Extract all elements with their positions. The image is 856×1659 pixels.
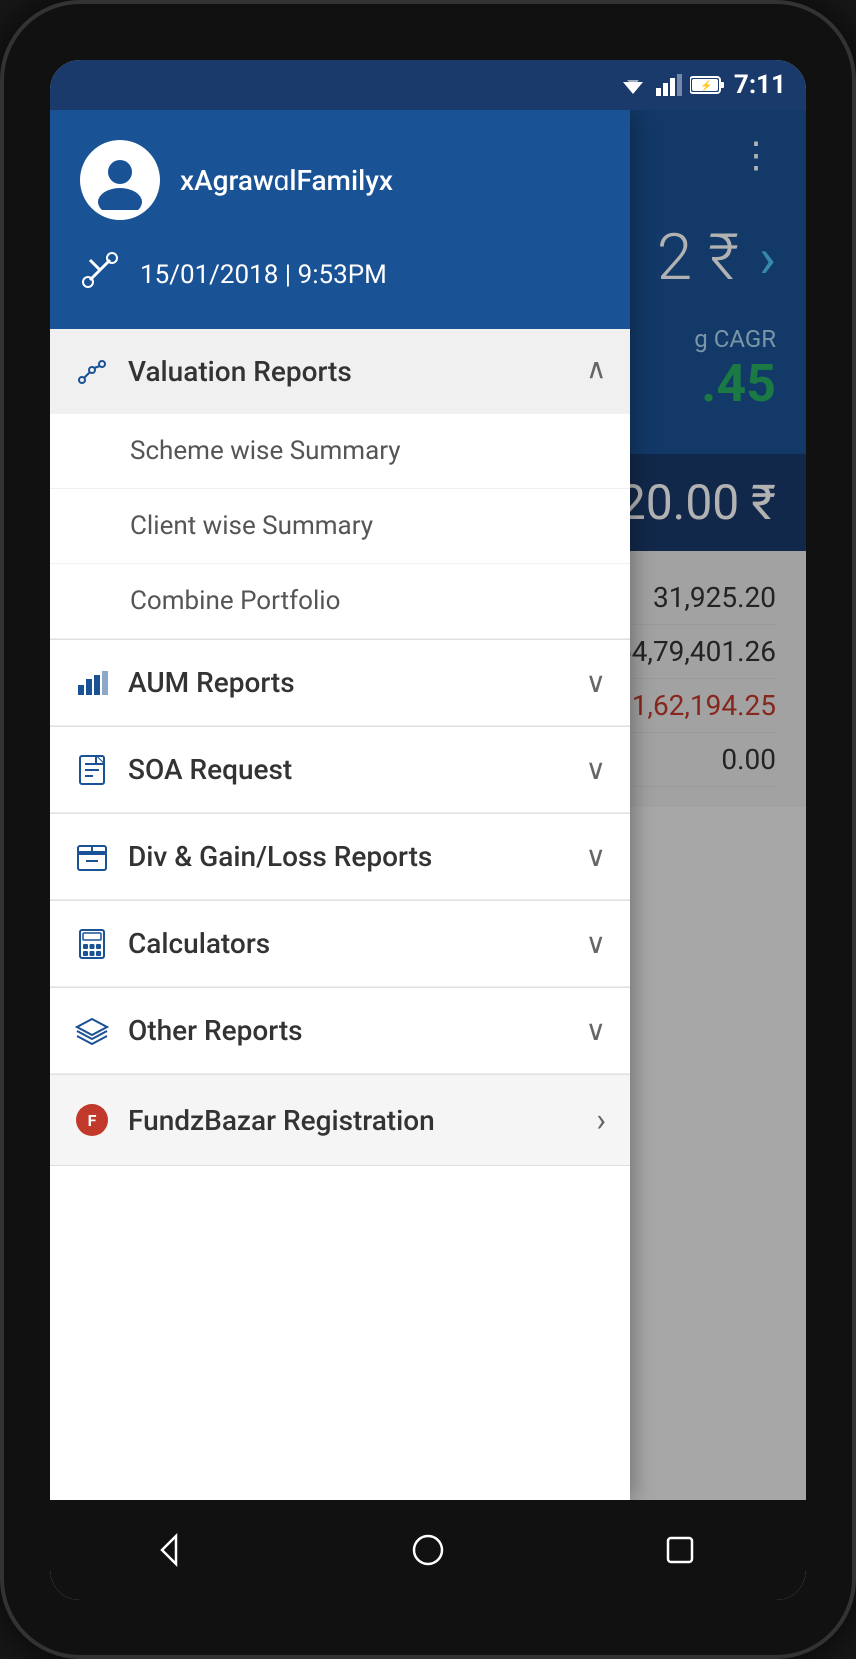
fundzBazar-label: FundzBazar Registration	[128, 1104, 578, 1137]
div-gain-loss-header[interactable]: Div & Gain/Loss Reports ∨	[50, 814, 630, 900]
soa-request-header[interactable]: SOA Request ∨	[50, 727, 630, 813]
other-reports-chevron-icon: ∨	[586, 1014, 607, 1047]
wifi-icon	[618, 74, 648, 96]
other-reports-header[interactable]: Other Reports ∨	[50, 988, 630, 1074]
content-area: ⋮ 2 ₹ › g CAGR .45 520.00 ₹ 31,925.20 ,6…	[50, 110, 806, 1500]
soa-request-section: SOA Request ∨	[50, 727, 630, 814]
drawer-header: xAgrawɑlFamilyx 15/01/2018	[50, 110, 630, 329]
document-icon	[74, 754, 110, 786]
fundzBazar-header[interactable]: F FundzBazar Registration ›	[50, 1075, 630, 1165]
valuation-reports-section: Valuation Reports ∨ Scheme wise Summary …	[50, 329, 630, 640]
box-icon	[74, 842, 110, 872]
client-wise-summary-item[interactable]: Client wise Summary	[50, 489, 630, 564]
scheme-wise-summary-item[interactable]: Scheme wise Summary	[50, 414, 630, 489]
navigation-drawer: xAgrawɑlFamilyx 15/01/2018	[50, 110, 630, 1500]
status-time: 7:11	[734, 70, 786, 100]
aum-reports-header[interactable]: AUM Reports ∨	[50, 640, 630, 726]
soa-request-label: SOA Request	[128, 753, 568, 786]
datetime-text: 15/01/2018 | 9:53PM	[140, 260, 387, 290]
valuation-reports-header[interactable]: Valuation Reports ∨	[50, 329, 630, 414]
calculators-header[interactable]: Calculators ∨	[50, 901, 630, 987]
svg-text:⚡: ⚡	[700, 79, 712, 92]
datetime-icon	[80, 250, 120, 299]
svg-text:F: F	[88, 1111, 97, 1130]
fundzBazar-section: F FundzBazar Registration ›	[50, 1075, 630, 1166]
other-reports-section: Other Reports ∨	[50, 988, 630, 1075]
client-wise-summary-label: Client wise Summary	[130, 511, 373, 541]
div-gain-loss-chevron-icon: ∨	[586, 840, 607, 873]
calculators-chevron-icon: ∨	[586, 927, 607, 960]
fundzBazar-icon: F	[74, 1102, 110, 1138]
combine-portfolio-label: Combine Portfolio	[130, 586, 340, 616]
home-button[interactable]	[388, 1510, 468, 1590]
calculator-icon	[74, 928, 110, 960]
soa-chevron-icon: ∨	[586, 753, 607, 786]
aum-chevron-icon: ∨	[586, 666, 607, 699]
aum-reports-section: AUM Reports ∨	[50, 640, 630, 727]
aum-reports-label: AUM Reports	[128, 666, 568, 699]
user-row: xAgrawɑlFamilyx	[80, 140, 600, 220]
username: xAgrawɑlFamilyx	[180, 164, 393, 197]
calculators-label: Calculators	[128, 927, 568, 960]
datetime-row: 15/01/2018 | 9:53PM	[80, 240, 600, 309]
bottom-navigation	[50, 1500, 806, 1600]
status-icons: ⚡ 7:11	[618, 70, 786, 100]
graph-icon	[74, 358, 110, 386]
back-button[interactable]	[136, 1510, 216, 1590]
recents-button[interactable]	[640, 1510, 720, 1590]
status-bar: ⚡ 7:11	[50, 60, 806, 110]
calculators-section: Calculators ∨	[50, 901, 630, 988]
div-gain-loss-section: Div & Gain/Loss Reports ∨	[50, 814, 630, 901]
user-avatar-icon	[90, 150, 150, 210]
signal-icon	[656, 74, 682, 96]
valuation-subitems: Scheme wise Summary Client wise Summary …	[50, 414, 630, 639]
layers-icon	[74, 1017, 110, 1045]
valuation-reports-label: Valuation Reports	[128, 355, 568, 388]
scheme-wise-summary-label: Scheme wise Summary	[130, 436, 401, 466]
bar-chart-icon	[74, 669, 110, 697]
tool-icon	[80, 250, 120, 290]
valuation-chevron-icon: ∨	[586, 355, 607, 388]
other-reports-label: Other Reports	[128, 1014, 568, 1047]
div-gain-loss-label: Div & Gain/Loss Reports	[128, 840, 568, 873]
fundzBazar-chevron-icon: ›	[596, 1101, 606, 1139]
phone-screen: ⚡ 7:11 ⋮ 2 ₹ › g CAGR .45	[50, 60, 806, 1600]
battery-icon: ⚡	[690, 75, 726, 95]
combine-portfolio-item[interactable]: Combine Portfolio	[50, 564, 630, 639]
phone-frame: ⚡ 7:11 ⋮ 2 ₹ › g CAGR .45	[0, 0, 856, 1659]
avatar	[80, 140, 160, 220]
